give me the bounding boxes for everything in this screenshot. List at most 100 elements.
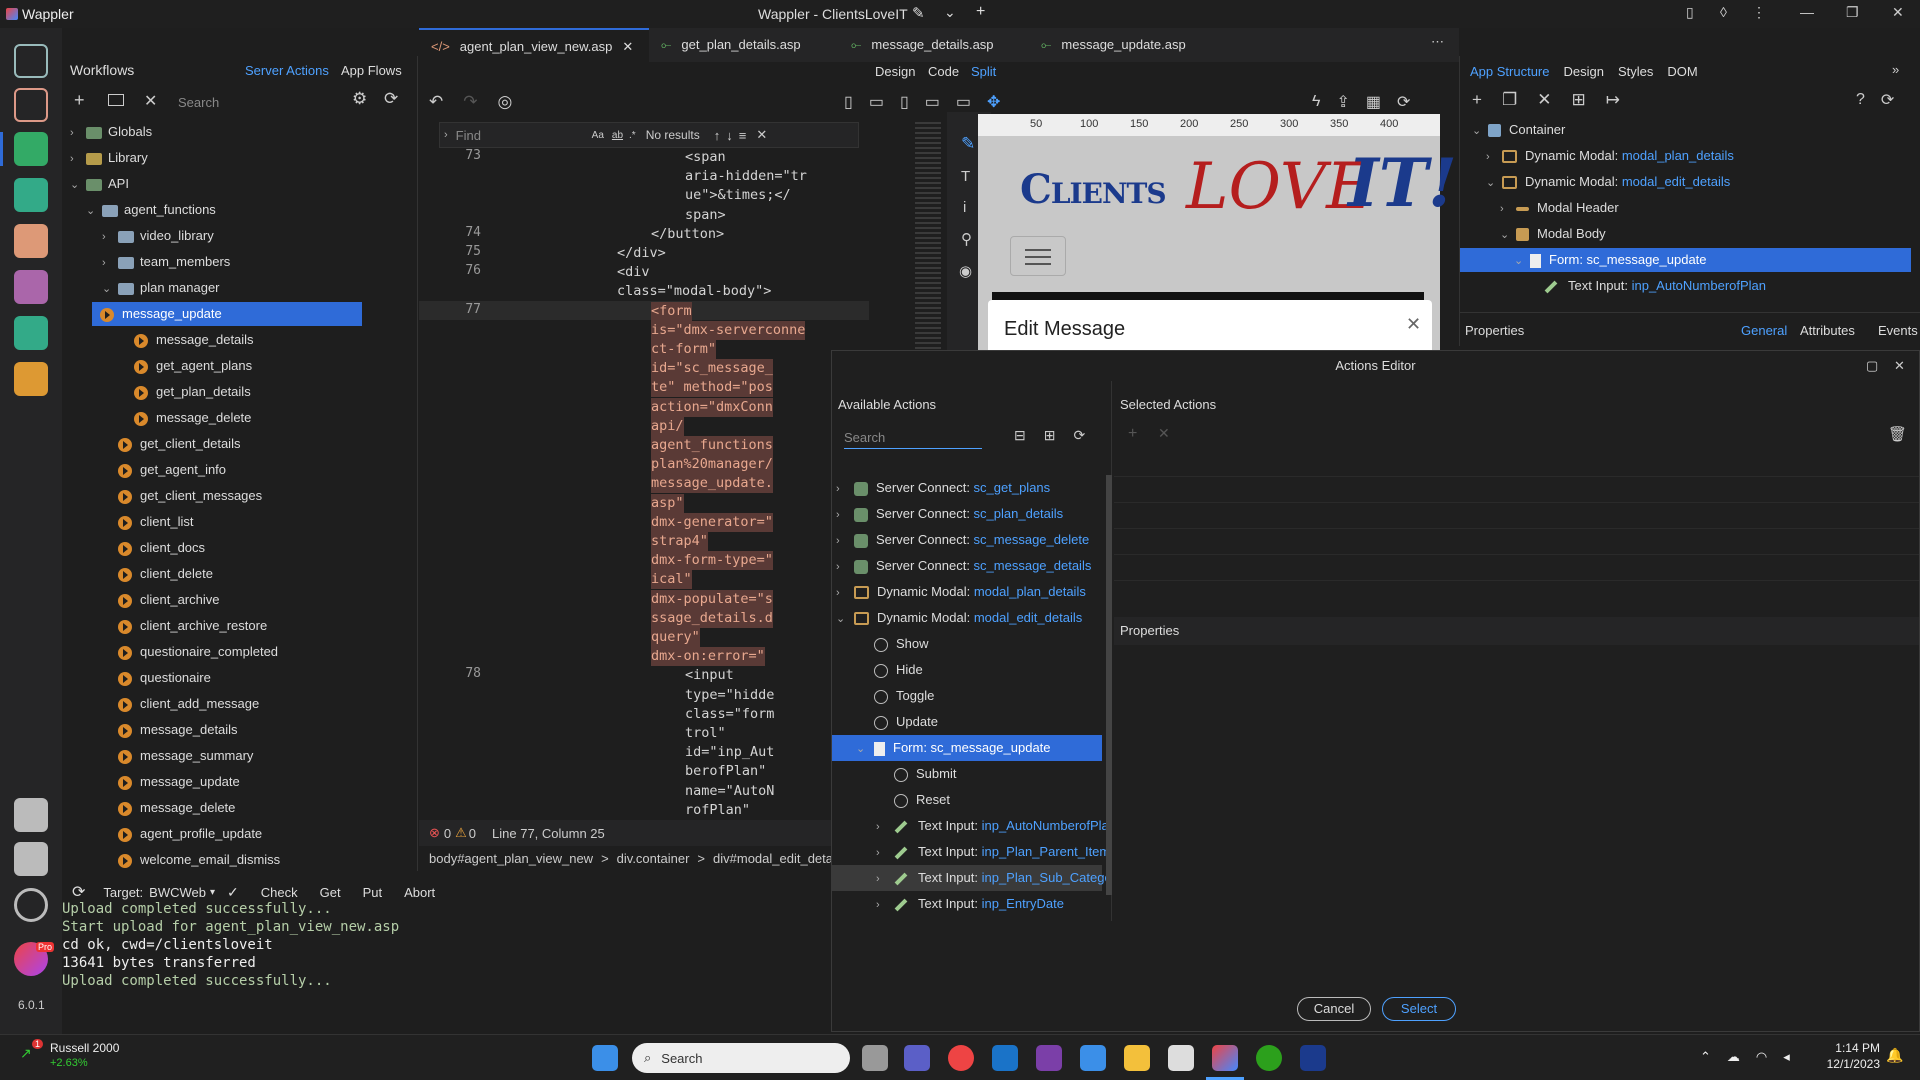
tree-item[interactable]: › video_library (62, 224, 418, 248)
structure-item[interactable]: › Modal Header (1460, 196, 1911, 220)
check-circle-icon[interactable]: ✓ (227, 884, 239, 901)
tree-item[interactable]: welcome_email_dismiss (62, 848, 418, 872)
chevron-right-icon[interactable]: › (70, 147, 86, 171)
share-icon[interactable]: ⇪ (1336, 92, 1349, 112)
tablet-icon[interactable]: ▯ (900, 92, 909, 112)
cloud-icon[interactable]: ☁ (1727, 1049, 1740, 1065)
settings-icon[interactable] (14, 888, 48, 922)
chevron-right-icon[interactable]: › (444, 129, 448, 141)
redo-icon[interactable]: ↷ (463, 92, 477, 112)
wappler-taskbar-icon[interactable] (1212, 1045, 1238, 1071)
tree-item[interactable]: get_agent_plans (62, 354, 418, 378)
drop-icon[interactable]: ◊ (1720, 4, 1727, 20)
action-item[interactable]: Update (832, 709, 1102, 735)
chevron-right-icon[interactable]: › (102, 225, 118, 249)
actions-search-input[interactable]: Search (844, 427, 982, 449)
remove-icon[interactable]: ✕ (1158, 425, 1170, 442)
crumb-body[interactable]: body#agent_plan_view_new (429, 851, 593, 866)
qr-icon[interactable]: ▦ (1366, 92, 1381, 112)
tab-dom[interactable]: DOM (1667, 64, 1697, 79)
database-icon[interactable] (14, 178, 48, 212)
abort-button[interactable]: Abort (404, 885, 435, 900)
structure-item[interactable]: ⌄ Dynamic Modal: modal_edit_details (1460, 170, 1911, 194)
chevron-down-icon[interactable]: ⌄ (944, 4, 956, 21)
refresh-icon[interactable]: ⟳ (1073, 427, 1085, 444)
workflows-icon[interactable] (14, 132, 48, 166)
component-icon[interactable]: ⊞ (1571, 90, 1585, 110)
tree-item[interactable]: message_update (62, 770, 418, 794)
edit-icon[interactable]: ✎ (912, 4, 925, 22)
tree-item[interactable]: ⌄ API (62, 172, 418, 196)
chevron-right-icon[interactable]: › (836, 528, 854, 554)
chrome-icon[interactable] (948, 1045, 974, 1071)
tree-item[interactable]: questionaire (62, 666, 418, 690)
tree-item[interactable]: agent_profile_update (62, 822, 418, 846)
onenote-icon[interactable] (1036, 1045, 1062, 1071)
tab-message-details[interactable]: ⟜ message_details.asp (839, 28, 1029, 62)
action-item[interactable]: › Dynamic Modal: modal_plan_details (832, 579, 1102, 605)
selected-actions-list[interactable] (1114, 451, 1919, 599)
desktop-icon[interactable]: ▭ (956, 92, 971, 112)
quickbooks-icon[interactable] (1256, 1045, 1282, 1071)
chevron-down-icon[interactable]: ⌄ (1514, 249, 1530, 273)
refresh-icon[interactable]: ⟳ (1397, 92, 1410, 112)
tree-item[interactable]: message_summary (62, 744, 418, 768)
tree-item[interactable]: › Globals (62, 120, 418, 144)
action-item[interactable]: ⌄ Dynamic Modal: modal_edit_details (832, 605, 1102, 631)
collapse-icon[interactable]: » (1892, 62, 1899, 77)
refresh-icon[interactable]: ⟳ (1881, 90, 1894, 110)
refresh-icon[interactable]: ⟳ (384, 89, 398, 109)
tree-item[interactable]: message_details (62, 328, 418, 352)
settings-icon[interactable]: ⚙ (352, 89, 367, 109)
prev-match-icon[interactable]: ↑ (714, 128, 721, 143)
scrollbar[interactable] (1106, 475, 1112, 895)
chevron-right-icon[interactable]: › (836, 580, 854, 606)
structure-item[interactable]: ⌄ Modal Body (1460, 222, 1911, 246)
camera-icon[interactable]: ◎ (498, 92, 513, 112)
chevron-right-icon[interactable]: › (1500, 197, 1516, 221)
close-icon[interactable]: ✕ (1894, 351, 1905, 381)
view-split[interactable]: Split (971, 64, 996, 79)
tab-styles[interactable]: Styles (1618, 64, 1653, 79)
regex-toggle[interactable]: .* (629, 130, 636, 141)
chevron-right-icon[interactable]: › (102, 251, 118, 275)
chevron-down-icon[interactable]: ⌄ (1486, 171, 1502, 195)
more-icon[interactable]: ⋮ (1752, 4, 1766, 21)
tree-item[interactable]: client_docs (62, 536, 418, 560)
action-item[interactable]: › Text Input: inp_EntryDate (832, 891, 1102, 917)
selection-icon[interactable]: ≡ (739, 128, 747, 143)
chevron-right-icon[interactable]: › (876, 866, 894, 892)
add-icon[interactable]: + (976, 3, 985, 21)
tree-item[interactable]: message_details (62, 718, 418, 742)
tab-agent-plan-view[interactable]: </> agent_plan_view_new.asp ✕ (419, 28, 649, 62)
whole-word-toggle[interactable]: ab (612, 130, 623, 141)
tablet-landscape-icon[interactable]: ▭ (869, 92, 884, 112)
action-item[interactable]: Reset (832, 787, 1102, 813)
copy-icon[interactable]: ❐ (1502, 90, 1517, 110)
structure-item[interactable]: ⌄ Form: sc_message_update (1460, 248, 1911, 272)
routing-icon[interactable] (14, 224, 48, 258)
chevron-down-icon[interactable]: ⌄ (102, 277, 118, 301)
tree-item[interactable]: client_archive_restore (62, 614, 418, 638)
tree-item[interactable]: message_delete (62, 406, 418, 430)
hamburger-button[interactable] (1010, 236, 1066, 276)
tab-message-update[interactable]: ⟜ message_update.asp (1029, 28, 1219, 62)
chevron-right-icon[interactable]: › (836, 554, 854, 580)
start-icon[interactable] (592, 1045, 618, 1071)
put-button[interactable]: Put (363, 885, 383, 900)
action-item[interactable]: › Server Connect: sc_plan_details (832, 501, 1102, 527)
notepad-icon[interactable] (1080, 1045, 1106, 1071)
tree-item[interactable]: message_update (92, 302, 362, 326)
tree-item[interactable]: › Library (62, 146, 418, 170)
design-preview[interactable]: 50 100 150 200 250 300 350 400 Clients LOVE IT!… (978, 114, 1457, 372)
structure-item[interactable]: › Dynamic Modal: modal_plan_details (1460, 144, 1911, 168)
laptop-icon[interactable]: ▭ (925, 92, 940, 112)
ticker-name[interactable]: Russell 2000 (50, 1041, 119, 1055)
chevron-right-icon[interactable]: › (876, 918, 894, 921)
exit-icon[interactable]: ↦ (1606, 90, 1620, 110)
trash-icon[interactable]: 🗑 (1888, 425, 1907, 443)
tree-item[interactable]: get_client_messages (62, 484, 418, 508)
extensions-icon[interactable] (14, 798, 48, 832)
action-item[interactable]: Toggle (832, 683, 1102, 709)
close-button[interactable]: ✕ (1892, 4, 1904, 21)
